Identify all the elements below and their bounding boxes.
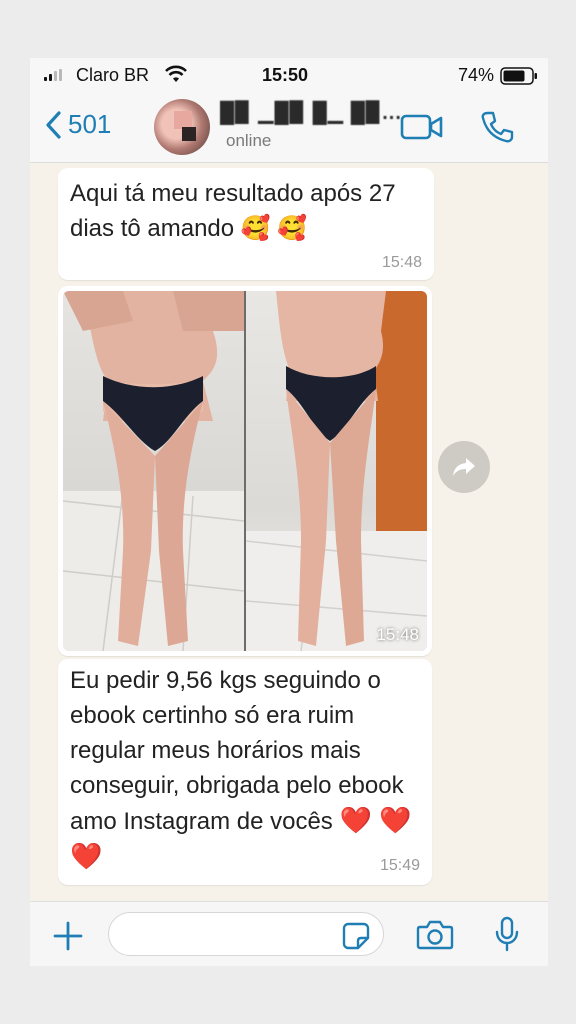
- voice-call-button[interactable]: [480, 110, 514, 149]
- status-bar: Claro BR 15:50 74%: [30, 58, 548, 92]
- emoji: 🥰 🥰: [240, 215, 308, 242]
- message-time: 15:48: [381, 254, 422, 271]
- forward-button[interactable]: [438, 441, 490, 493]
- back-count: 501: [68, 109, 112, 139]
- contact-name[interactable]: █▉ ▁█▉ █▁ █▉...: [220, 100, 402, 125]
- camera-icon: [416, 920, 454, 950]
- sticker-icon: [342, 922, 370, 950]
- contact-status: online: [226, 131, 272, 150]
- image-time: 15:48: [376, 625, 419, 644]
- sticker-button[interactable]: [342, 922, 370, 955]
- message-time: 15:49: [379, 857, 420, 874]
- battery-icon: [500, 67, 538, 90]
- video-camera-icon: [400, 114, 443, 140]
- battery-percent: 74%: [458, 65, 495, 85]
- photo-after: [246, 291, 427, 651]
- message-text: Aqui tá meu resultado após 27 dias tô am…: [70, 180, 396, 242]
- photo-before: [63, 291, 244, 651]
- video-call-button[interactable]: [400, 112, 444, 147]
- signal-icon: [44, 69, 62, 81]
- back-button[interactable]: 501: [44, 109, 111, 140]
- wifi-icon: [164, 64, 188, 89]
- image-message-bubble[interactable]: 15:48: [58, 286, 432, 656]
- phone-icon: [481, 111, 514, 143]
- message-composer: [30, 901, 548, 966]
- chevron-left-icon: [46, 110, 61, 139]
- chat-area: Aqui tá meu resultado após 27 dias tô am…: [30, 163, 548, 901]
- phone-screen: Claro BR 15:50 74% 501 █▉ ▁█▉ █▁ █▉... o…: [30, 58, 548, 966]
- microphone-button[interactable]: [494, 916, 520, 957]
- microphone-icon: [495, 916, 519, 952]
- avatar[interactable]: [154, 99, 210, 155]
- chat-header: 501 █▉ ▁█▉ █▁ █▉... online: [30, 92, 548, 163]
- message-bubble[interactable]: Aqui tá meu resultado após 27 dias tô am…: [58, 168, 434, 280]
- status-time: 15:50: [262, 65, 309, 85]
- before-after-photo[interactable]: 15:48: [63, 291, 427, 651]
- carrier-name: Claro BR: [76, 65, 150, 85]
- attach-button[interactable]: [52, 920, 84, 957]
- forward-icon: [453, 458, 475, 476]
- message-bubble[interactable]: Eu pedir 9,56 kgs seguindo o ebook certi…: [58, 659, 432, 885]
- camera-button[interactable]: [416, 919, 454, 956]
- message-text: Eu pedir 9,56 kgs seguindo o ebook certi…: [70, 667, 412, 871]
- plus-icon: [53, 921, 83, 951]
